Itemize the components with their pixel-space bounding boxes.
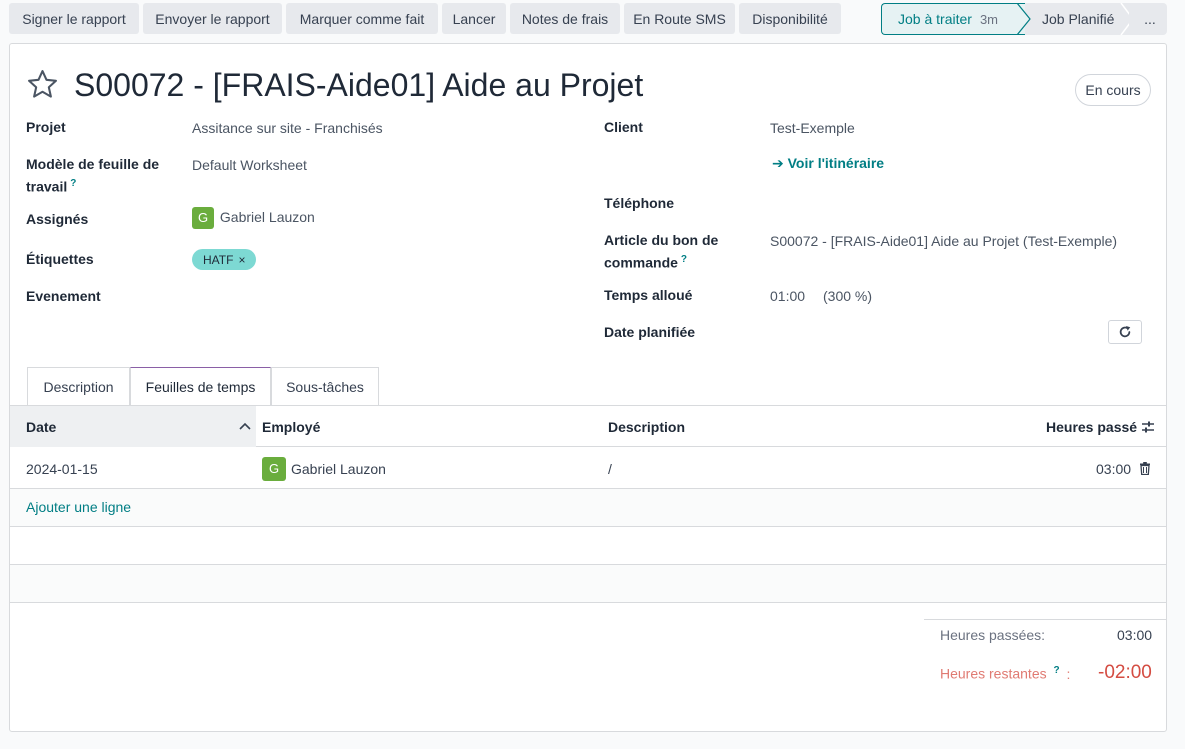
empty-row — [10, 565, 1166, 603]
client-label: Client — [604, 119, 643, 135]
help-icon[interactable]: ? — [70, 178, 76, 189]
article-label-line1: Article du bon de — [604, 232, 719, 248]
help-icon[interactable]: ? — [1054, 665, 1060, 676]
cell-date: 2024-01-15 — [26, 460, 98, 477]
cell-heures: 03:00 — [1096, 460, 1132, 477]
temps-value[interactable]: 01:00 — [770, 286, 805, 306]
article-label-line2: commande — [604, 254, 678, 271]
remaining-colon: : — [1066, 665, 1071, 682]
column-date[interactable]: Date — [10, 406, 256, 447]
status-badge: En cours — [1075, 74, 1151, 106]
totals-divider — [924, 619, 1166, 620]
tag-label: HATF — [203, 252, 234, 267]
employee-name: Gabriel Lauzon — [291, 460, 386, 477]
trash-icon[interactable] — [1139, 462, 1151, 475]
telephone-label: Téléphone — [604, 195, 675, 211]
remaining-label-text: Heures restantes — [940, 665, 1047, 682]
availability-button[interactable]: Disponibilité — [739, 3, 841, 34]
cell-description: / — [608, 460, 612, 477]
tab-subtasks[interactable]: Sous-tâches — [271, 367, 379, 406]
star-icon[interactable] — [26, 68, 59, 101]
column-description[interactable]: Description — [608, 406, 685, 447]
refresh-button[interactable] — [1108, 320, 1142, 344]
stage-label: Job à traiter — [898, 11, 972, 27]
modele-value[interactable]: Default Worksheet — [192, 155, 307, 175]
tag-remove-icon[interactable]: × — [238, 253, 245, 267]
remaining-hours-label: Heures restantes ? : — [940, 665, 1070, 682]
view-route-link[interactable]: ➔ Voir l'itinéraire — [772, 155, 884, 172]
projet-label: Projet — [26, 119, 66, 135]
empty-row — [10, 527, 1166, 565]
view-route-label: Voir l'itinéraire — [787, 155, 885, 171]
en-route-sms-button[interactable]: En Route SMS — [624, 3, 735, 34]
assignes-value[interactable]: G Gabriel Lauzon — [192, 207, 315, 230]
etiquettes-label: Étiquettes — [26, 251, 94, 267]
spent-hours-value: 03:00 — [1117, 627, 1153, 643]
table-row[interactable]: 2024-01-15 G Gabriel Lauzon / 03:00 — [10, 448, 1166, 489]
stage-job-a-traiter[interactable]: Job à traiter 3m — [881, 3, 1025, 35]
tab-description[interactable]: Description — [27, 367, 130, 406]
record-title: S00072 - [FRAIS-Aide01] Aide au Projet — [74, 67, 644, 103]
modele-label-line2: travail — [26, 178, 68, 195]
modele-label-line1: Modèle de feuille de — [26, 156, 160, 172]
temps-label: Temps alloué — [604, 287, 693, 303]
column-settings-icon[interactable] — [1140, 419, 1156, 435]
cell-employe: G Gabriel Lauzon — [262, 448, 386, 489]
form-sheet: S00072 - [FRAIS-Aide01] Aide au Projet E… — [9, 43, 1167, 732]
sort-asc-icon[interactable] — [239, 421, 251, 431]
sign-report-button[interactable]: Signer le rapport — [9, 3, 139, 34]
tab-timesheets[interactable]: Feuilles de temps — [130, 367, 271, 406]
stage-job-planifie[interactable]: Job Planifié — [1025, 3, 1129, 35]
stage-current-arrow-icon — [1017, 3, 1031, 35]
column-employe[interactable]: Employé — [262, 406, 320, 447]
spent-hours-label: Heures passées: — [940, 627, 1046, 643]
date-planifiee-label: Date planifiée — [604, 324, 696, 340]
article-value[interactable]: S00072 - [FRAIS-Aide01] Aide au Projet (… — [770, 231, 1117, 251]
launch-button[interactable]: Lancer — [442, 3, 506, 34]
stage-more-button[interactable]: ... — [1129, 3, 1167, 35]
help-icon[interactable]: ? — [681, 254, 687, 265]
tag-badge: HATF × — [192, 249, 256, 270]
assignee-name: Gabriel Lauzon — [219, 209, 315, 225]
column-date-label: Date — [26, 418, 57, 435]
add-line-row: Ajouter une ligne — [10, 489, 1166, 527]
assignes-label: Assignés — [26, 211, 89, 227]
modele-label: Modèle de feuille de travail? — [26, 154, 159, 197]
refresh-icon — [1119, 326, 1131, 338]
column-heures[interactable]: Heures passé — [1046, 406, 1137, 447]
temps-percent: (300 %) — [823, 288, 873, 304]
client-value[interactable]: Test-Exemple — [770, 118, 855, 138]
stage-more-label: ... — [1144, 11, 1156, 27]
send-report-button[interactable]: Envoyer le rapport — [143, 3, 282, 34]
arrow-right-icon: ➔ — [772, 155, 784, 171]
stage-statusbar: Job Planifié ... Job à traiter 3m — [881, 3, 1167, 35]
article-label: Article du bon de commande? — [604, 230, 718, 273]
avatar: G — [192, 207, 214, 230]
stage-label: Job Planifié — [1042, 11, 1115, 27]
avatar: G — [262, 456, 286, 481]
add-line-link[interactable]: Ajouter une ligne — [26, 499, 131, 515]
mark-done-button[interactable]: Marquer comme fait — [286, 3, 438, 34]
projet-value[interactable]: Assitance sur site - Franchisés — [192, 118, 383, 138]
stage-duration: 3m — [979, 11, 998, 27]
expense-notes-button[interactable]: Notes de frais — [510, 3, 620, 34]
table-header: Date Employé Description Heures passé — [10, 406, 1166, 447]
evenement-label: Evenement — [26, 288, 101, 304]
remaining-hours-value: -02:00 — [1098, 662, 1152, 683]
